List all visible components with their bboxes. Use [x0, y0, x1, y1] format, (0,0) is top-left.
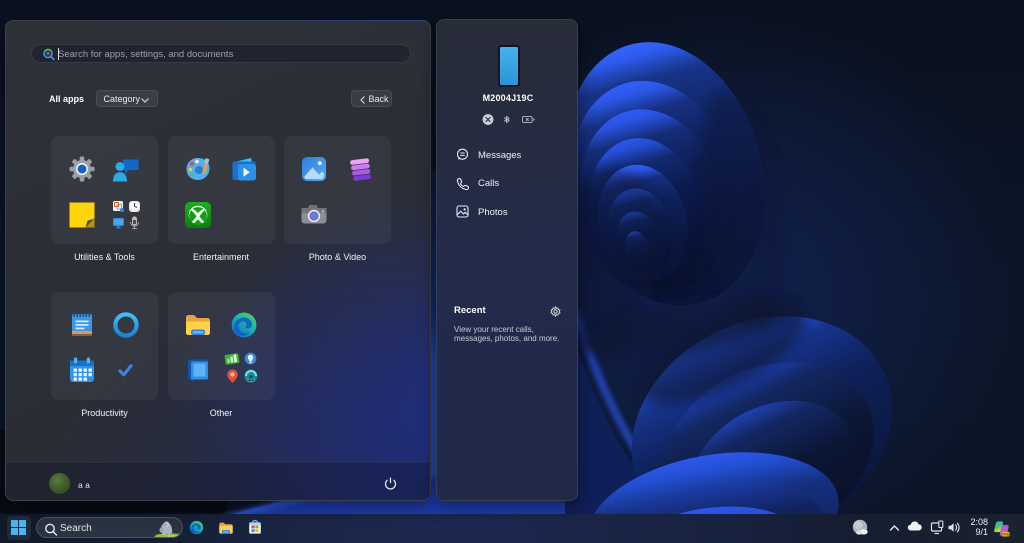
- svg-text:PRE: PRE: [1002, 533, 1010, 537]
